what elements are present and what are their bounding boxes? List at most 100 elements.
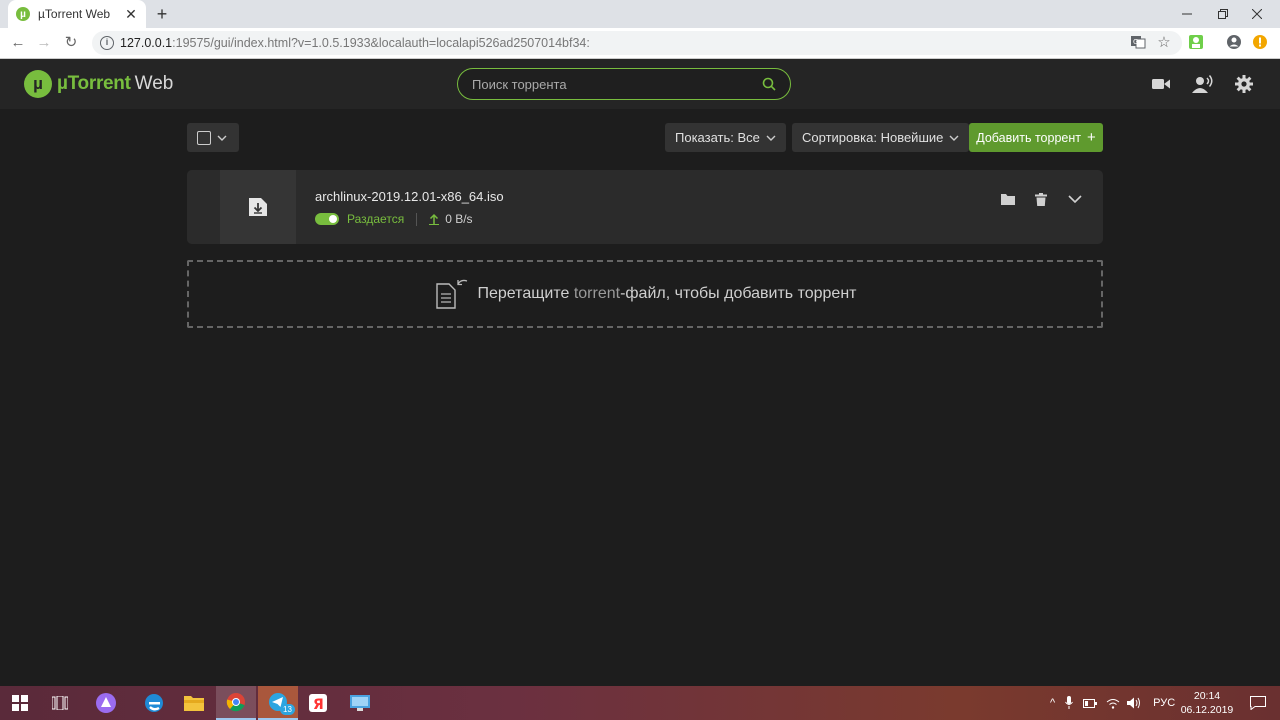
- video-camera-icon[interactable]: [1149, 72, 1173, 96]
- torrent-row[interactable]: archlinux-2019.12.01-x86_64.iso Раздаетс…: [187, 170, 1103, 244]
- input-language[interactable]: РУС: [1153, 697, 1175, 709]
- microphone-icon[interactable]: [1065, 696, 1074, 710]
- windows-logo-icon: [12, 695, 28, 711]
- chrome-taskbar-button[interactable]: [216, 686, 256, 720]
- windows-taskbar: 13 Я ^ РУС 20:14 06.12.2019: [0, 686, 1280, 720]
- trash-icon: [1035, 192, 1047, 206]
- sort-dropdown[interactable]: Сортировка: Новейшие: [792, 123, 970, 152]
- drop-file-icon: [435, 279, 467, 309]
- remote-access-icon[interactable]: [1191, 72, 1215, 96]
- reload-icon[interactable]: ↻: [61, 33, 81, 53]
- upload-speed: 0 B/s: [445, 212, 473, 226]
- open-folder-button[interactable]: [996, 187, 1020, 211]
- plus-icon: +: [1086, 129, 1096, 146]
- action-center-button[interactable]: [1238, 686, 1278, 720]
- settings-gear-icon[interactable]: [1232, 72, 1256, 96]
- wifi-icon[interactable]: [1106, 697, 1120, 709]
- close-window-icon: [1252, 9, 1262, 19]
- torrent-status: Раздается: [347, 212, 405, 226]
- search-icon[interactable]: [762, 77, 776, 91]
- row-select-handle[interactable]: [187, 170, 220, 244]
- svg-text:G: G: [1133, 38, 1138, 46]
- download-file-icon: [249, 198, 267, 216]
- notifications-icon: [1250, 696, 1266, 710]
- clock-date: 06.12.2019: [1180, 704, 1234, 716]
- browser-tab-strip: µ µTorrent Web ✕ +: [0, 0, 1280, 28]
- monitor-app-icon: [350, 695, 370, 711]
- battery-icon[interactable]: [1083, 698, 1098, 708]
- torrent-file-iconbox: [220, 170, 296, 244]
- site-info-icon[interactable]: i: [100, 36, 114, 50]
- add-torrent-label: Добавить торрент: [976, 130, 1081, 145]
- alice-assistant-button[interactable]: [86, 686, 126, 720]
- app-header: µ µTorrent Web: [0, 59, 1280, 109]
- task-view-button[interactable]: [40, 686, 80, 720]
- delete-torrent-button[interactable]: [1029, 187, 1053, 211]
- edge-taskbar-button[interactable]: [134, 686, 174, 720]
- logo-brand-text: µTorrent: [57, 73, 131, 94]
- select-all-checkbox[interactable]: [197, 130, 211, 145]
- drop-text-before: Перетащите: [477, 285, 574, 302]
- task-view-icon: [52, 696, 68, 710]
- drop-text-after: -файл, чтобы добавить торрент: [620, 285, 857, 302]
- torrent-toggle[interactable]: [315, 213, 339, 225]
- url-host: 127.0.0.1: [120, 36, 173, 50]
- explorer-taskbar-button[interactable]: [174, 686, 214, 720]
- back-arrow-icon[interactable]: ←: [8, 33, 28, 53]
- drop-text-highlight: torrent: [573, 285, 621, 302]
- address-bar[interactable]: i 127.0.0.1:19575/gui/index.html?v=1.0.5…: [92, 31, 1182, 55]
- add-torrent-button[interactable]: Добавить торрент +: [969, 123, 1103, 152]
- logo-web-text: Web: [134, 73, 174, 94]
- browser-toolbar: ← → ↻ i 127.0.0.1:19575/gui/index.html?v…: [0, 28, 1280, 59]
- utorrent-favicon-icon: µ: [16, 7, 30, 21]
- sort-label: Сортировка: Новейшие: [802, 130, 944, 145]
- bookmark-star-icon[interactable]: ☆: [1154, 33, 1174, 53]
- close-tab-icon[interactable]: ✕: [124, 6, 138, 23]
- show-hidden-icons-icon[interactable]: ^: [1050, 697, 1055, 709]
- filter-label: Показать: Все: [675, 130, 760, 145]
- utorrent-logo-icon: µ: [24, 70, 52, 98]
- upload-arrow-icon: [429, 213, 440, 225]
- app-taskbar-button[interactable]: [340, 686, 380, 720]
- browser-tab-title: µTorrent Web: [38, 7, 111, 21]
- drop-zone[interactable]: Перетащите torrent-файл, чтобы добавить …: [187, 260, 1103, 328]
- app-logo[interactable]: µ µTorrent Web: [24, 70, 173, 98]
- start-button[interactable]: [0, 686, 40, 720]
- chrome-icon: [226, 693, 245, 712]
- volume-icon[interactable]: [1127, 697, 1143, 709]
- select-all-dropdown[interactable]: [187, 123, 239, 152]
- alice-icon: [96, 693, 116, 713]
- profile-avatar-icon[interactable]: [1224, 34, 1244, 54]
- filter-dropdown[interactable]: Показать: Все: [665, 123, 786, 152]
- edge-icon: [145, 694, 163, 712]
- svg-text:Я: Я: [313, 697, 324, 713]
- url-path: :19575/gui/index.html?v=1.0.5.1933&local…: [172, 36, 590, 50]
- yandex-browser-taskbar-button[interactable]: Я: [298, 686, 338, 720]
- new-tab-button[interactable]: +: [152, 4, 172, 24]
- forward-arrow-icon[interactable]: →: [34, 33, 54, 53]
- chevron-down-icon: [217, 135, 227, 141]
- minimize-icon: [1182, 13, 1192, 15]
- search-input[interactable]: [472, 76, 762, 92]
- folder-icon: [1001, 194, 1015, 205]
- translate-icon[interactable]: G: [1128, 34, 1148, 54]
- chevron-down-icon: [1068, 195, 1082, 203]
- yandex-icon: Я: [309, 694, 327, 713]
- clock-time: 20:14: [1193, 690, 1221, 702]
- telegram-unread-badge: 13: [280, 704, 295, 715]
- search-box: [457, 68, 791, 100]
- browser-tab[interactable]: µ µTorrent Web ✕: [8, 0, 146, 28]
- torrent-status-line: Раздается 0 B/s: [315, 212, 473, 226]
- status-divider: [416, 212, 418, 226]
- restore-icon: [1218, 9, 1228, 19]
- folder-icon: [184, 696, 204, 711]
- chevron-down-icon: [766, 135, 776, 141]
- telegram-taskbar-button[interactable]: 13: [258, 686, 298, 720]
- close-window-button[interactable]: [1234, 0, 1280, 28]
- expand-row-button[interactable]: [1063, 187, 1087, 211]
- taskbar-clock[interactable]: 20:14 06.12.2019: [1178, 689, 1236, 717]
- drop-zone-text: Перетащите torrent-файл, чтобы добавить …: [478, 285, 857, 303]
- update-alert-icon[interactable]: [1250, 34, 1270, 54]
- system-tray: ^ РУС: [1050, 686, 1175, 720]
- extension-icon[interactable]: [1186, 34, 1206, 54]
